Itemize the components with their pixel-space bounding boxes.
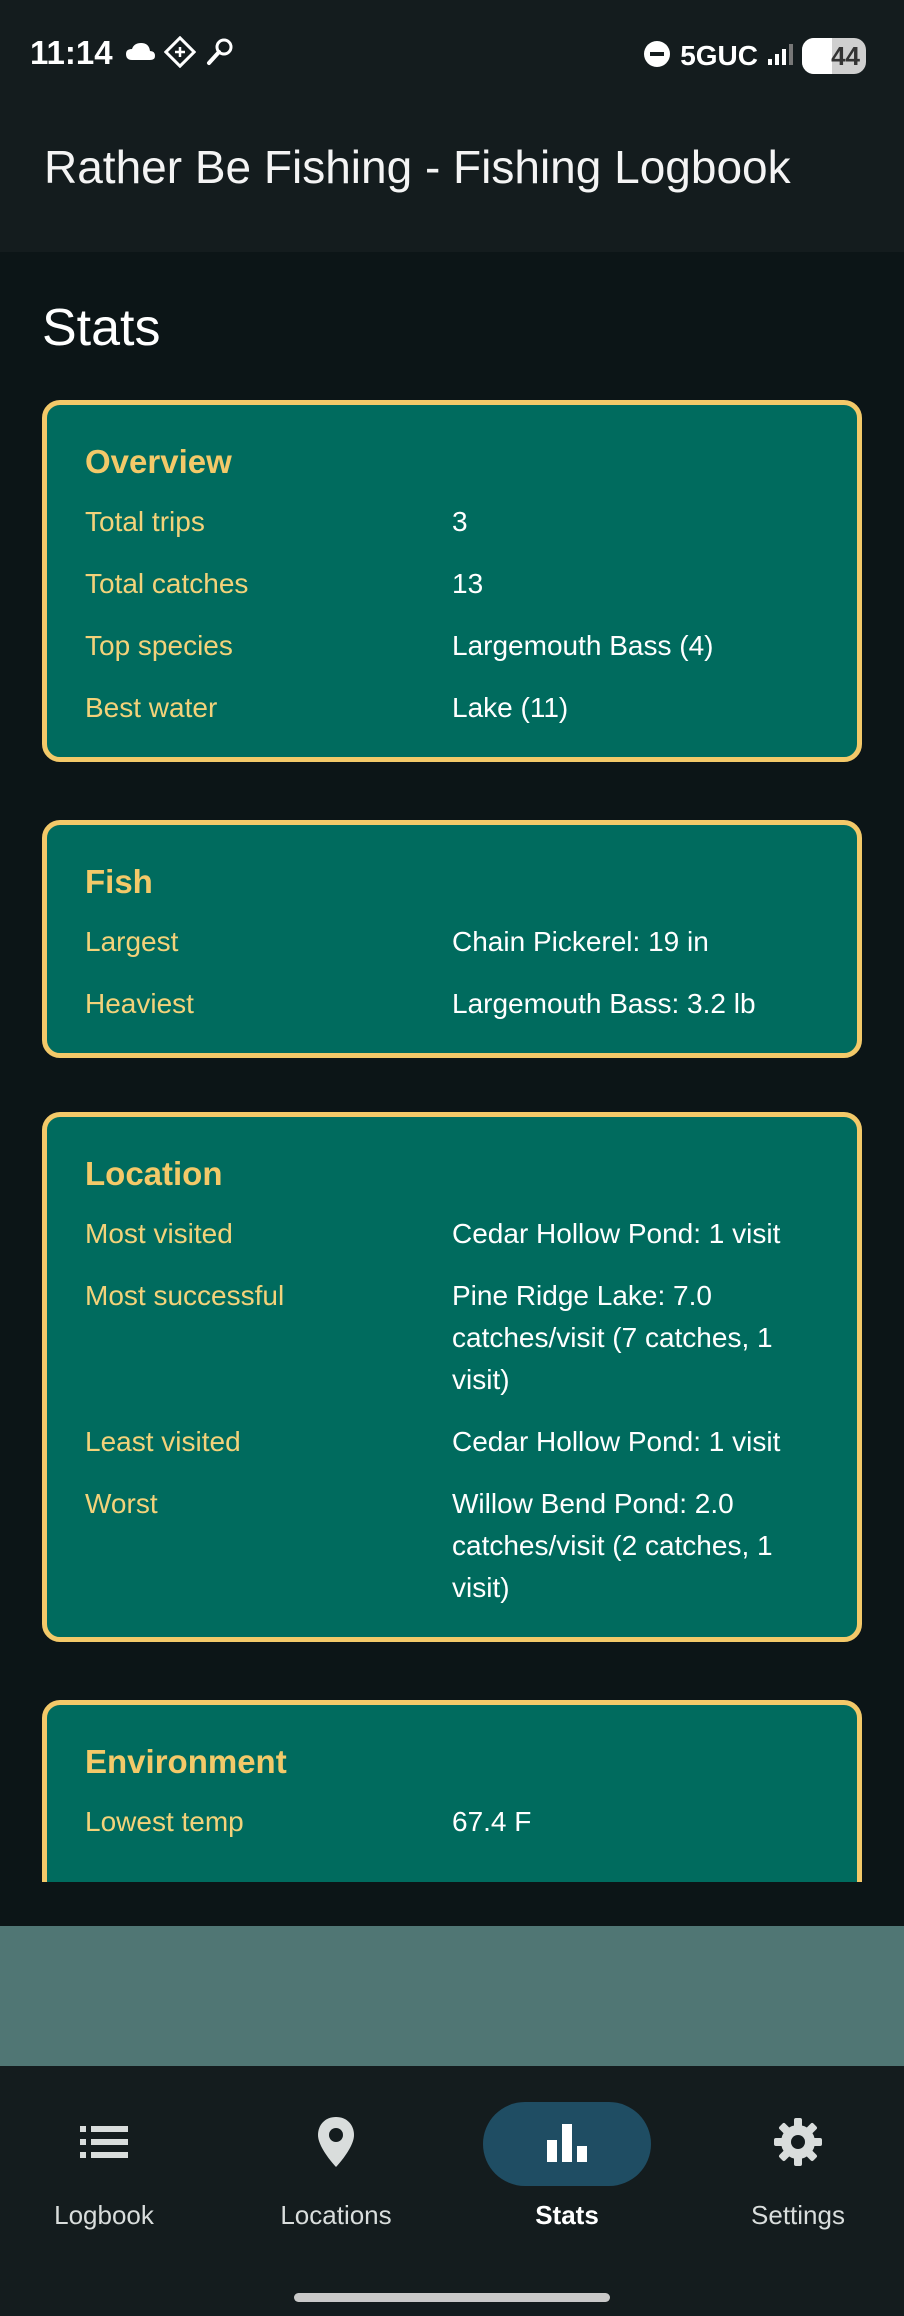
nav-item-locations[interactable]: Locations xyxy=(246,2102,426,2252)
stat-label: Most successful xyxy=(85,1280,285,1311)
card-title: Location xyxy=(85,1155,223,1192)
bar-chart-icon xyxy=(545,2120,589,2169)
stat-label: Largest xyxy=(85,926,179,957)
stat-row-least-visited: Least visited Cedar Hollow Pond: 1 visit xyxy=(85,1421,819,1463)
signal-icon xyxy=(766,41,794,72)
stat-label: Top species xyxy=(85,630,233,661)
stat-row-heaviest: Heaviest Largemouth Bass: 3.2 lb xyxy=(85,983,819,1025)
stat-label: Least visited xyxy=(85,1426,241,1457)
nav-label: Stats xyxy=(535,2200,599,2230)
stat-value: 67.4 F xyxy=(452,1806,532,1837)
stat-value: Largemouth Bass: 3.2 lb xyxy=(452,988,756,1019)
stat-value: 3 xyxy=(452,506,468,537)
vpn-icon xyxy=(163,35,197,73)
stat-label: Best water xyxy=(85,692,218,723)
card-title: Overview xyxy=(85,443,232,480)
stat-row-most-visited: Most visited Cedar Hollow Pond: 1 visit xyxy=(85,1213,819,1255)
nav-item-stats[interactable]: Stats xyxy=(477,2102,657,2252)
stat-value: Willow Bend Pond: 2.0 catches/visit (2 c… xyxy=(452,1488,773,1603)
stat-label: Lowest temp xyxy=(85,1806,244,1837)
stat-label: Most visited xyxy=(85,1218,233,1249)
nav-active-indicator xyxy=(483,2102,651,2186)
location-card: Location Most visited Cedar Hollow Pond:… xyxy=(42,1112,862,1642)
nav-label: Settings xyxy=(751,2200,845,2230)
stat-value: Cedar Hollow Pond: 1 visit xyxy=(452,1426,781,1457)
status-icons-right: 5GUC 44 xyxy=(642,36,866,76)
app-bar: Rather Be Fishing - Fishing Logbook xyxy=(0,110,904,252)
stat-value: 13 xyxy=(452,568,484,599)
overview-card: Overview Total trips 3 Total catches 13 … xyxy=(42,400,862,762)
stat-label: Worst xyxy=(85,1488,158,1519)
list-icon xyxy=(78,2122,130,2167)
stat-value: Chain Pickerel: 19 in xyxy=(452,926,709,957)
bottom-navigation: Logbook Locations Stats Settings xyxy=(0,2066,904,2316)
stat-row-largest: Largest Chain Pickerel: 19 in xyxy=(85,921,819,963)
stat-row-total-catches: Total catches 13 xyxy=(85,563,819,605)
battery-icon: 44 xyxy=(802,38,866,74)
environment-card: Environment Lowest temp 67.4 F xyxy=(42,1700,862,1882)
home-indicator[interactable] xyxy=(294,2293,610,2302)
gear-icon xyxy=(772,2116,824,2173)
stat-label: Total trips xyxy=(85,506,205,537)
app-title: Rather Be Fishing - Fishing Logbook xyxy=(44,141,791,193)
stat-row-total-trips: Total trips 3 xyxy=(85,501,819,543)
stat-value: Largemouth Bass (4) xyxy=(452,630,714,661)
fish-card: Fish Largest Chain Pickerel: 19 in Heavi… xyxy=(42,820,862,1058)
status-time: 11:14 xyxy=(30,34,113,71)
content-footer-gap xyxy=(0,1882,904,1926)
status-icons-left xyxy=(124,35,236,73)
stat-value: Pine Ridge Lake: 7.0 catches/visit (7 ca… xyxy=(452,1280,773,1395)
nav-item-settings[interactable]: Settings xyxy=(708,2102,888,2252)
stat-row-top-species: Top species Largemouth Bass (4) xyxy=(85,625,819,667)
stat-value: Lake (11) xyxy=(452,692,569,723)
wrench-icon xyxy=(204,36,236,73)
stats-content[interactable]: Stats Overview Total trips 3 Total catch… xyxy=(0,252,904,1882)
cloud-icon xyxy=(124,40,156,69)
nav-item-logbook[interactable]: Logbook xyxy=(14,2102,194,2252)
nav-label: Logbook xyxy=(54,2200,154,2230)
status-bar: 11:14 5GUC 44 xyxy=(0,0,904,110)
battery-level: 44 xyxy=(831,40,860,71)
stat-row-worst: Worst Willow Bend Pond: 2.0 catches/visi… xyxy=(85,1483,819,1609)
stat-label: Heaviest xyxy=(85,988,194,1019)
network-label: 5GUC xyxy=(680,40,758,71)
card-title: Fish xyxy=(85,863,153,900)
card-title: Environment xyxy=(85,1743,287,1780)
ad-placeholder-band xyxy=(0,1926,904,2066)
stat-value: Cedar Hollow Pond: 1 visit xyxy=(452,1218,781,1249)
page-title: Stats xyxy=(42,299,161,357)
nav-label: Locations xyxy=(280,2200,392,2230)
location-pin-icon xyxy=(316,2115,356,2174)
stat-row-lowest-temp: Lowest temp 67.4 F xyxy=(85,1801,819,1843)
stat-label: Total catches xyxy=(85,568,249,599)
dnd-icon xyxy=(642,39,672,74)
stat-row-most-successful: Most successful Pine Ridge Lake: 7.0 cat… xyxy=(85,1275,819,1401)
stat-row-best-water: Best water Lake (11) xyxy=(85,687,819,729)
